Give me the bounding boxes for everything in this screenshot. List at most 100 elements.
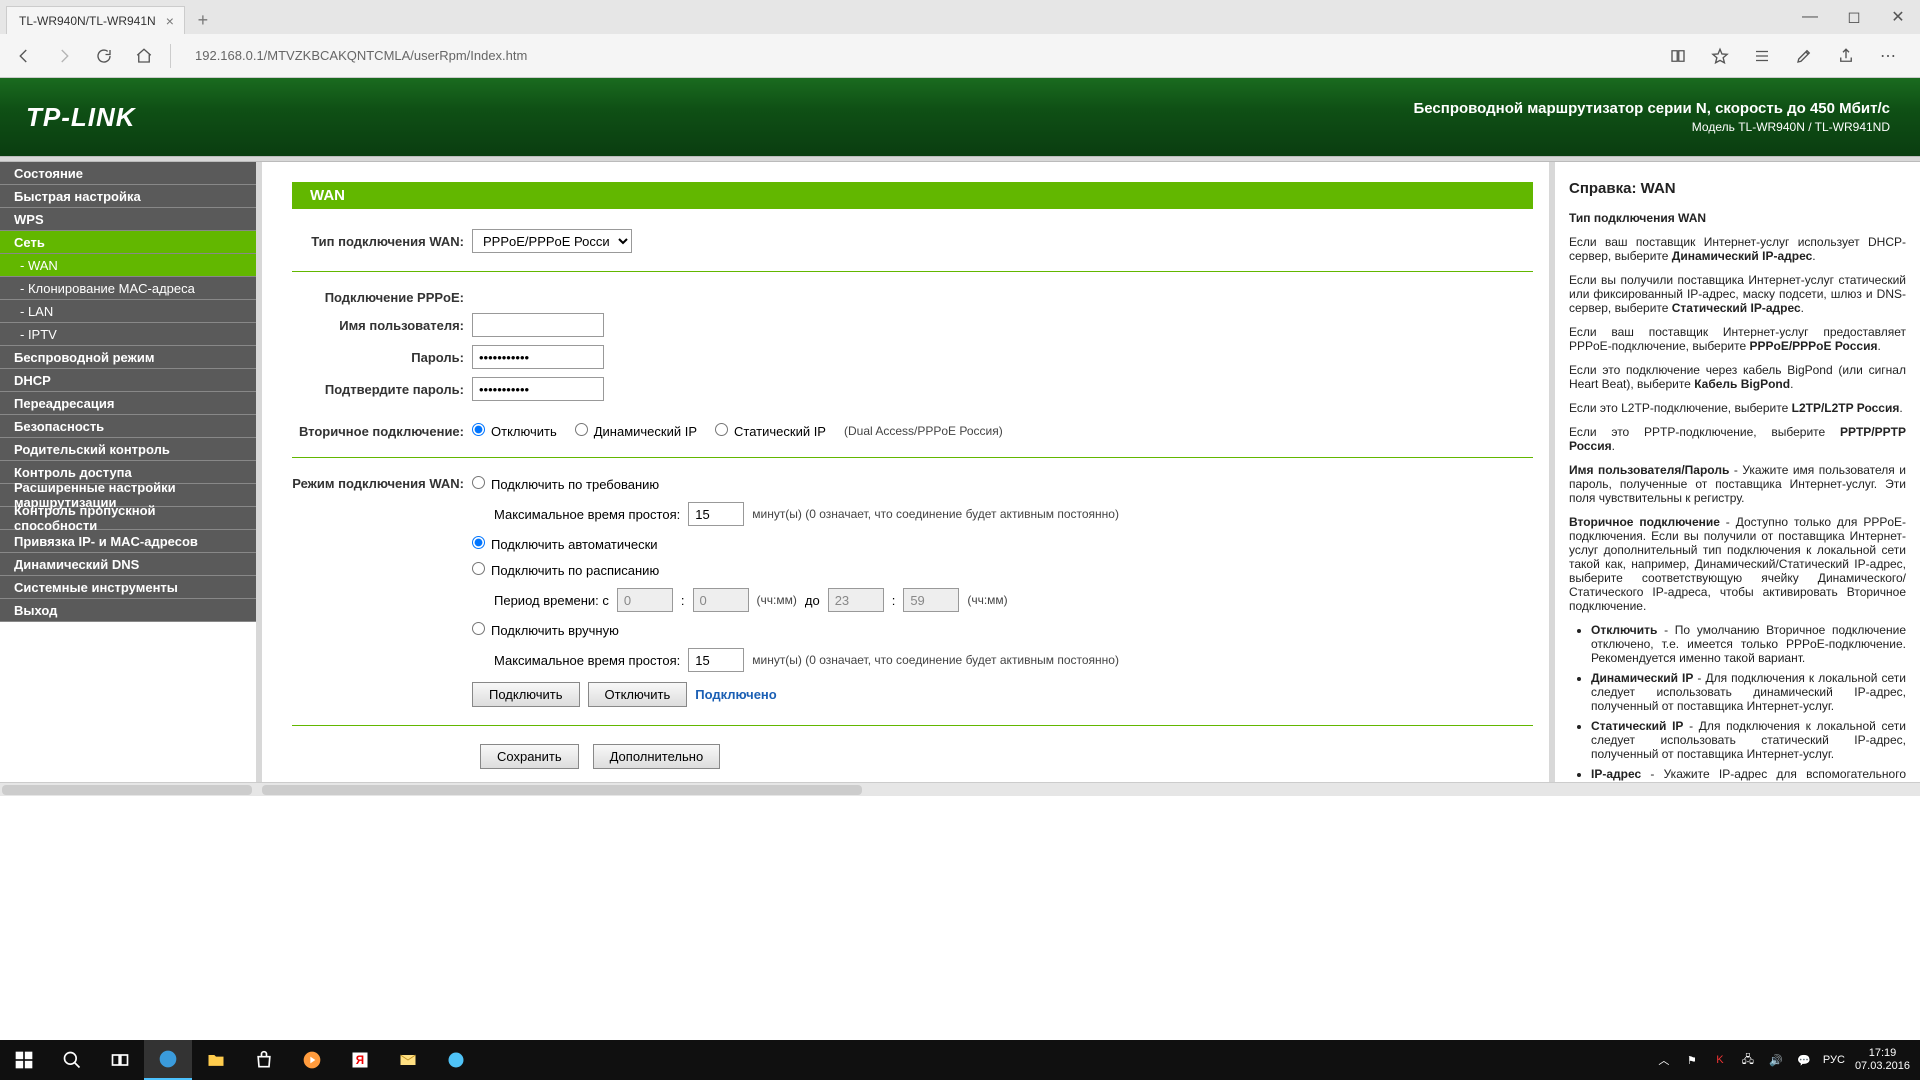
hhmm-label-2: (чч:мм)	[967, 593, 1007, 607]
secondary-note: (Dual Access/PPPoE Россия)	[844, 424, 1003, 438]
taskview-icon[interactable]	[96, 1040, 144, 1080]
radio-mode-scheduled[interactable]: Подключить по расписанию	[472, 562, 1119, 578]
browser-tab[interactable]: TL-WR940N/TL-WR941N ×	[6, 6, 185, 34]
sidebar-item-17[interactable]: Динамический DNS	[0, 553, 256, 576]
radio-secondary-disable[interactable]: Отключить	[472, 423, 557, 439]
media-player-icon[interactable]	[288, 1040, 336, 1080]
label-confirm-password: Подтвердите пароль:	[292, 382, 472, 397]
reading-view-icon[interactable]	[1664, 42, 1692, 70]
new-tab-button[interactable]: +	[189, 6, 217, 34]
taskbar: Я ︿ ⚑ K 🖧 🔊 💬 РУС 17:19 07.03.2016	[0, 1040, 1920, 1080]
help-panel: Справка: WAN Тип подключения WAN Если ва…	[1555, 162, 1920, 782]
hub-icon[interactable]	[1748, 42, 1776, 70]
label-pppoe-section: Подключение PPPoE:	[292, 290, 472, 305]
idle-note-2: минут(ы) (0 означает, что соединение буд…	[752, 653, 1119, 667]
settings-app-icon[interactable]	[432, 1040, 480, 1080]
sidebar-nav: СостояниеБыстрая настройкаWPSСеть- WAN- …	[0, 162, 256, 782]
maximize-button[interactable]: ◻	[1832, 0, 1876, 34]
advanced-button[interactable]: Дополнительно	[593, 744, 721, 769]
sidebar-item-1[interactable]: Быстрая настройка	[0, 185, 256, 208]
sidebar-item-5[interactable]: - Клонирование MAC-адреса	[0, 277, 256, 300]
tray-kaspersky-icon[interactable]: K	[1711, 1051, 1729, 1069]
web-note-icon[interactable]	[1790, 42, 1818, 70]
disconnect-button[interactable]: Отключить	[588, 682, 688, 707]
tray-volume-icon[interactable]: 🔊	[1767, 1051, 1785, 1069]
sidebar-item-2[interactable]: WPS	[0, 208, 256, 231]
sidebar-item-6[interactable]: - LAN	[0, 300, 256, 323]
browser-tab-strip: TL-WR940N/TL-WR941N × +	[0, 0, 1920, 34]
period-to-min[interactable]	[903, 588, 959, 612]
sidebar-item-11[interactable]: Безопасность	[0, 415, 256, 438]
sidebar-item-0[interactable]: Состояние	[0, 162, 256, 185]
tray-notifications-icon[interactable]: 💬	[1795, 1051, 1813, 1069]
refresh-button[interactable]	[90, 42, 118, 70]
section-header: WAN	[292, 182, 1533, 209]
horizontal-scrollbar[interactable]	[0, 782, 1920, 796]
wan-settings-panel: WAN Тип подключения WAN: PPPoE/PPPoE Рос…	[256, 162, 1555, 782]
tray-network-icon[interactable]: 🖧	[1739, 1051, 1757, 1069]
radio-secondary-dynamic[interactable]: Динамический IP	[575, 423, 697, 439]
sidebar-item-18[interactable]: Системные инструменты	[0, 576, 256, 599]
tray-clock[interactable]: 17:19 07.03.2016	[1855, 1047, 1910, 1073]
wan-connection-type-select[interactable]: PPPoE/PPPoE Россия	[472, 229, 632, 253]
mail-icon[interactable]	[384, 1040, 432, 1080]
more-icon[interactable]: ⋯	[1874, 42, 1902, 70]
sidebar-item-7[interactable]: - IPTV	[0, 323, 256, 346]
sidebar-item-8[interactable]: Беспроводной режим	[0, 346, 256, 369]
tray-language[interactable]: РУС	[1823, 1054, 1845, 1066]
idle-time-input-1[interactable]	[688, 502, 744, 526]
idle-label-2: Максимальное время простоя:	[494, 653, 680, 668]
sidebar-item-19[interactable]: Выход	[0, 599, 256, 622]
period-from-min[interactable]	[693, 588, 749, 612]
minimize-button[interactable]: —	[1788, 0, 1832, 34]
address-bar[interactable]: 192.168.0.1/MTVZKBCAKQNTCMLA/userRpm/Ind…	[183, 42, 1652, 70]
home-button[interactable]	[130, 42, 158, 70]
period-to-hour[interactable]	[828, 588, 884, 612]
password-input[interactable]	[472, 345, 604, 369]
radio-mode-auto[interactable]: Подключить автоматически	[472, 536, 1119, 552]
forward-button[interactable]	[50, 42, 78, 70]
sidebar-item-10[interactable]: Переадресация	[0, 392, 256, 415]
sidebar-item-4[interactable]: - WAN	[0, 254, 256, 277]
store-icon[interactable]	[240, 1040, 288, 1080]
label-secondary: Вторичное подключение:	[292, 424, 472, 439]
hhmm-label-1: (чч:мм)	[757, 593, 797, 607]
help-subtitle: Тип подключения WAN	[1569, 211, 1906, 225]
close-window-button[interactable]: ✕	[1876, 0, 1920, 34]
banner-title: Беспроводной маршрутизатор серии N, скор…	[1413, 100, 1890, 117]
back-button[interactable]	[10, 42, 38, 70]
sidebar-item-3[interactable]: Сеть	[0, 231, 256, 254]
edge-icon[interactable]	[144, 1040, 192, 1080]
connection-status: Подключено	[695, 687, 776, 702]
save-button[interactable]: Сохранить	[480, 744, 579, 769]
radio-secondary-static[interactable]: Статический IP	[715, 423, 826, 439]
start-button[interactable]	[0, 1040, 48, 1080]
to-label: до	[805, 593, 820, 608]
sidebar-item-15[interactable]: Контроль пропускной способности	[0, 507, 256, 530]
yandex-icon[interactable]: Я	[336, 1040, 384, 1080]
label-wan-mode: Режим подключения WAN:	[292, 476, 472, 491]
explorer-icon[interactable]	[192, 1040, 240, 1080]
close-icon[interactable]: ×	[166, 13, 174, 29]
radio-mode-manual[interactable]: Подключить вручную	[472, 622, 1119, 638]
period-from-hour[interactable]	[617, 588, 673, 612]
share-icon[interactable]	[1832, 42, 1860, 70]
favorite-icon[interactable]	[1706, 42, 1734, 70]
tray-flag-icon[interactable]: ⚑	[1683, 1051, 1701, 1069]
confirm-password-input[interactable]	[472, 377, 604, 401]
banner-model: Модель TL-WR940N / TL-WR941ND	[1413, 120, 1890, 134]
idle-note-1: минут(ы) (0 означает, что соединение буд…	[752, 507, 1119, 521]
idle-time-input-2[interactable]	[688, 648, 744, 672]
sidebar-item-12[interactable]: Родительский контроль	[0, 438, 256, 461]
connect-button[interactable]: Подключить	[472, 682, 580, 707]
radio-mode-on-demand[interactable]: Подключить по требованию	[472, 476, 1119, 492]
sidebar-item-9[interactable]: DHCP	[0, 369, 256, 392]
username-input[interactable]	[472, 313, 604, 337]
label-username: Имя пользователя:	[292, 318, 472, 333]
sidebar-item-16[interactable]: Привязка IP- и MAC-адресов	[0, 530, 256, 553]
search-icon[interactable]	[48, 1040, 96, 1080]
tray-chevron-icon[interactable]: ︿	[1655, 1051, 1673, 1069]
period-label: Период времени: с	[494, 593, 609, 608]
tplink-logo: TP-LINK	[26, 102, 136, 133]
label-password: Пароль:	[292, 350, 472, 365]
